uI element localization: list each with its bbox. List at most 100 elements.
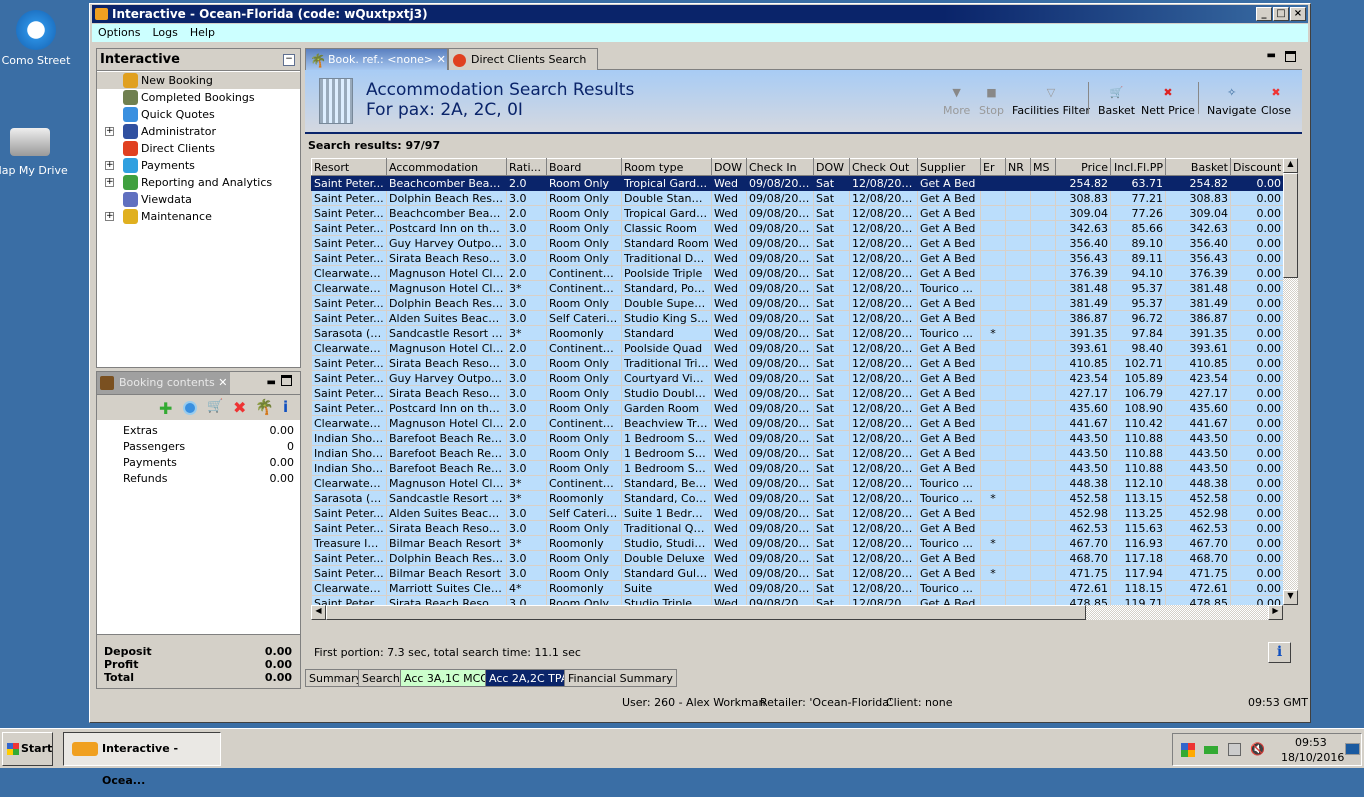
- collapse-icon[interactable]: −: [283, 54, 295, 66]
- nav-item-direct-clients[interactable]: Direct Clients: [97, 140, 300, 157]
- table-row[interactable]: Saint Peter... Guy Harvey Outpost ... 3.0 R…: [311, 235, 1283, 251]
- desktop-icon-map-my-drive[interactable]: Map My Drive: [0, 122, 70, 177]
- scroll-down-button[interactable]: ▼: [1283, 590, 1298, 605]
- nav-item-viewdata[interactable]: Viewdata: [97, 191, 300, 208]
- table-row[interactable]: Saint Peter... Sirata Beach Resort ... 3.0…: [311, 595, 1283, 605]
- table-row[interactable]: Clearwater ... Magnuson Hotel Clea... 2.0 C…: [311, 415, 1283, 431]
- table-row[interactable]: Saint Peter... Alden Suites Beach R... 3.0…: [311, 310, 1283, 326]
- maximize-panel-icon[interactable]: [281, 375, 292, 386]
- info-button[interactable]: i: [1268, 642, 1291, 663]
- column-header-supplier[interactable]: Supplier: [917, 158, 981, 176]
- show-desktop-icon[interactable]: [1345, 743, 1360, 755]
- table-row[interactable]: Clearwater ... Magnuson Hotel Clea... 2.0 C…: [311, 265, 1283, 281]
- table-row[interactable]: Sarasota (FL) Sandcastle Resort at... 3* Ro…: [311, 325, 1283, 341]
- start-button[interactable]: Start: [2, 732, 53, 766]
- column-header-ms[interactable]: MS: [1030, 158, 1056, 176]
- nav-item-completed-bookings[interactable]: Completed Bookings: [97, 89, 300, 106]
- column-header-er[interactable]: Er: [980, 158, 1006, 176]
- table-row[interactable]: Saint Peter... Dolphin Beach Resort 3.0 Roo…: [311, 295, 1283, 311]
- scroll-up-button[interactable]: ▲: [1283, 158, 1298, 173]
- menu-logs[interactable]: Logs: [146, 24, 183, 42]
- tab-direct-clients-search[interactable]: Direct Clients Search: [448, 48, 598, 70]
- info-icon[interactable]: i: [283, 398, 288, 416]
- column-header-room-type[interactable]: Room type: [621, 158, 712, 176]
- basket-button[interactable]: 🛒 Basket: [1098, 86, 1135, 117]
- close-tab-icon[interactable]: ✕: [218, 376, 227, 389]
- nav-item-administrator[interactable]: + Administrator: [97, 123, 300, 140]
- table-row[interactable]: Saint Peter... Sirata Beach Resort ... 3.0…: [311, 520, 1283, 536]
- add-icon[interactable]: ✚: [159, 399, 172, 418]
- column-header-price[interactable]: Price: [1055, 158, 1111, 176]
- minimize-view-icon[interactable]: ▬: [1267, 50, 1276, 61]
- table-row[interactable]: Sarasota (FL) Sandcastle Resort at... 3* Ro…: [311, 490, 1283, 506]
- close-window-button[interactable]: ×: [1290, 7, 1306, 21]
- vertical-scrollbar[interactable]: ▲ ▼: [1283, 158, 1298, 605]
- taskbar-interactive-button[interactable]: Interactive - Ocea...: [63, 732, 221, 787]
- stop-button[interactable]: ■ Stop: [979, 86, 1004, 117]
- column-header-check-in[interactable]: Check In: [746, 158, 814, 176]
- table-row[interactable]: Saint Peter... Beachcomber Beach ... 2.0 Ro…: [311, 175, 1283, 191]
- clock-icon[interactable]: [183, 401, 197, 415]
- navigate-button[interactable]: ✧ Navigate: [1207, 86, 1256, 117]
- close-results-button[interactable]: ✖ Close: [1261, 86, 1291, 117]
- nav-item-maintenance[interactable]: + Maintenance: [97, 208, 300, 225]
- network-card-icon[interactable]: [1204, 746, 1218, 754]
- table-row[interactable]: Saint Peter... Dolphin Beach Resort 3.0 Roo…: [311, 550, 1283, 566]
- table-row[interactable]: Indian Shor... Barefoot Beach Resort 3.0 Ro…: [311, 430, 1283, 446]
- nett-price-button[interactable]: ✖ Nett Price: [1141, 86, 1195, 117]
- delete-icon[interactable]: ✖: [233, 398, 246, 417]
- table-row[interactable]: Saint Peter... Sirata Beach Resort ... 3.0…: [311, 355, 1283, 371]
- bottom-tab-summary[interactable]: Summary: [305, 669, 367, 687]
- table-row[interactable]: Treasure Isl... Bilmar Beach Resort 3* Room…: [311, 535, 1283, 551]
- table-row[interactable]: Saint Peter... Dolphin Beach Resort 3.0 Roo…: [311, 190, 1283, 206]
- minimize-panel-icon[interactable]: ▬: [267, 377, 276, 388]
- column-header-resort[interactable]: Resort: [311, 158, 387, 176]
- bottom-tab-acc-3a-1c-mco[interactable]: Acc 3A,1C MCO: [400, 669, 493, 687]
- column-header-nr[interactable]: NR: [1005, 158, 1031, 176]
- nav-item-payments[interactable]: + Payments: [97, 157, 300, 174]
- vertical-scroll-thumb[interactable]: [1283, 173, 1298, 278]
- tab-booking-ref[interactable]: 🌴 Book. ref.: <none> ✕: [305, 48, 448, 70]
- column-header-board[interactable]: Board: [546, 158, 622, 176]
- maximize-button[interactable]: □: [1273, 7, 1289, 21]
- horizontal-scroll-thumb[interactable]: [326, 605, 1086, 620]
- bottom-tab-financial-summary[interactable]: Financial Summary: [564, 669, 677, 687]
- bottom-tab-search[interactable]: Search: [358, 669, 404, 687]
- nav-item-new-booking[interactable]: New Booking: [97, 72, 300, 89]
- scroll-right-button[interactable]: ▶: [1268, 605, 1283, 620]
- tab-booking-contents[interactable]: Booking contents ✕: [97, 372, 230, 394]
- table-row[interactable]: Saint Peter... Postcard Inn on the ... 3.0…: [311, 220, 1283, 236]
- table-row[interactable]: Saint Peter... Sirata Beach Resort ... 3.0…: [311, 250, 1283, 266]
- close-tab-icon[interactable]: ✕: [437, 53, 446, 66]
- basket-transfer-icon[interactable]: 🛒: [207, 399, 223, 414]
- table-row[interactable]: Saint Peter... Bilmar Beach Resort 3.0 Room…: [311, 565, 1283, 581]
- column-header-dow[interactable]: DOW: [813, 158, 850, 176]
- table-row[interactable]: Indian Shor... Barefoot Beach Resort 3.0 Ro…: [311, 460, 1283, 476]
- column-header-discount[interactable]: Discount: [1230, 158, 1283, 176]
- table-row[interactable]: Saint Peter... Beachcomber Beach ... 2.0 Ro…: [311, 205, 1283, 221]
- table-row[interactable]: Indian Shor... Barefoot Beach Resort 3.0 Ro…: [311, 445, 1283, 461]
- desktop-icon-como-street[interactable]: Como Street: [0, 10, 76, 67]
- column-header-basket[interactable]: Basket: [1165, 158, 1231, 176]
- column-header-check-out[interactable]: Check Out: [849, 158, 918, 176]
- maximize-view-icon[interactable]: [1285, 51, 1296, 62]
- table-row[interactable]: Clearwater ... Magnuson Hotel Clea... 2.0 C…: [311, 340, 1283, 356]
- menu-help[interactable]: Help: [184, 24, 221, 42]
- table-row[interactable]: Saint Peter... Alden Suites Beach R... 3.0…: [311, 505, 1283, 521]
- minimize-button[interactable]: _: [1256, 7, 1272, 21]
- table-row[interactable]: Clearwater ... Magnuson Hotel Clea... 3* Co…: [311, 280, 1283, 296]
- expand-icon[interactable]: +: [105, 178, 114, 187]
- nav-item-quick-quotes[interactable]: Quick Quotes: [97, 106, 300, 123]
- horizontal-scrollbar[interactable]: ◀ ▶: [311, 605, 1283, 620]
- facilities-filter-button[interactable]: ▽ Facilities Filter: [1012, 86, 1090, 117]
- network-icon[interactable]: [1228, 743, 1241, 756]
- more-button[interactable]: ▼ More: [943, 86, 970, 117]
- menu-options[interactable]: Options: [92, 24, 146, 42]
- table-row[interactable]: Saint Peter... Guy Harvey Outpost ... 3.0 R…: [311, 370, 1283, 386]
- table-row[interactable]: Saint Peter... Postcard Inn on the ... 3.0…: [311, 400, 1283, 416]
- bottom-tab-acc-2a-2c-tpa[interactable]: Acc 2A,2C TPA: [485, 669, 573, 687]
- column-header-incl-fl-pp[interactable]: Incl.Fl.PP: [1110, 158, 1166, 176]
- antivirus-icon[interactable]: [1181, 743, 1195, 757]
- column-header-rati-[interactable]: Rati...: [506, 158, 547, 176]
- volume-muted-icon[interactable]: 🔇: [1250, 742, 1265, 756]
